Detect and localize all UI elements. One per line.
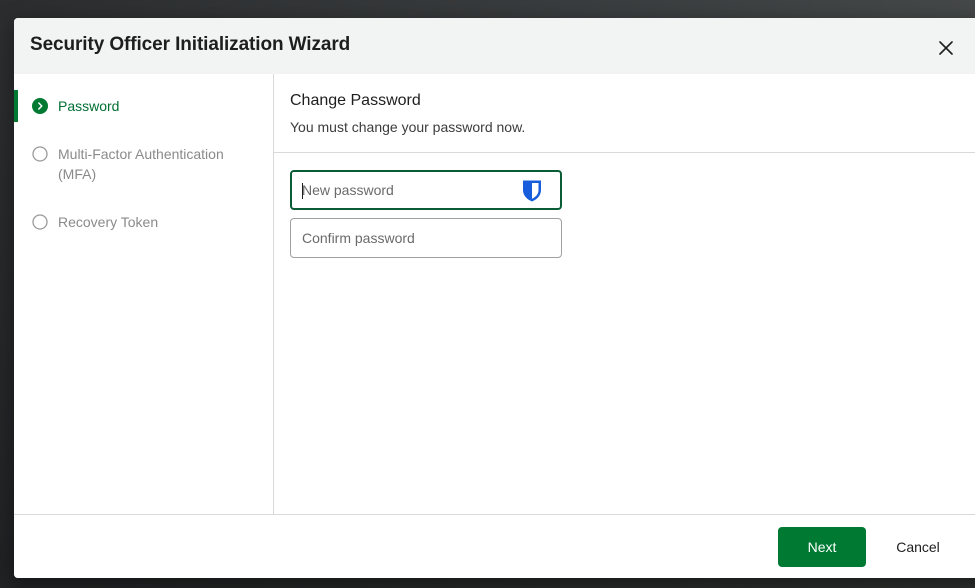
content-title: Change Password (290, 92, 421, 109)
step-label: Password (58, 98, 120, 114)
content-header: Change Password You must change your pas… (274, 74, 975, 153)
wizard-content: Change Password You must change your pas… (274, 74, 975, 514)
bitwarden-shield-icon[interactable] (521, 179, 543, 203)
new-password-input[interactable] (302, 172, 512, 208)
step-password[interactable]: Password (14, 90, 273, 124)
chevron-right-circle-icon (32, 98, 48, 114)
content-subtitle: You must change your password now. (290, 119, 526, 135)
step-label: Recovery Token (58, 214, 159, 230)
dialog-header: Security Officer Initialization Wizard (14, 18, 975, 74)
confirm-password-field[interactable] (290, 218, 562, 258)
next-button[interactable]: Next (778, 527, 866, 567)
dialog-title: Security Officer Initialization Wizard (30, 34, 351, 55)
active-step-marker (14, 90, 18, 122)
new-password-field[interactable] (290, 170, 562, 210)
empty-circle-icon (32, 214, 48, 230)
empty-circle-icon (32, 146, 48, 162)
step-recovery-token[interactable]: Recovery Token (14, 206, 273, 240)
confirm-password-input[interactable] (302, 219, 512, 257)
text-caret (302, 183, 303, 199)
cancel-button[interactable]: Cancel (878, 527, 958, 567)
dialog-footer: Next Cancel (14, 514, 975, 578)
close-button[interactable] (934, 36, 958, 60)
app-backdrop (0, 0, 975, 18)
wizard-steps-sidebar: Password Multi-Factor Authentication (MF… (14, 74, 274, 514)
step-mfa[interactable]: Multi-Factor Authentication (MFA) (14, 138, 273, 186)
step-label: Multi-Factor Authentication (MFA) (58, 146, 224, 182)
wizard-dialog: Security Officer Initialization Wizard P… (14, 18, 975, 578)
close-icon (939, 41, 953, 55)
